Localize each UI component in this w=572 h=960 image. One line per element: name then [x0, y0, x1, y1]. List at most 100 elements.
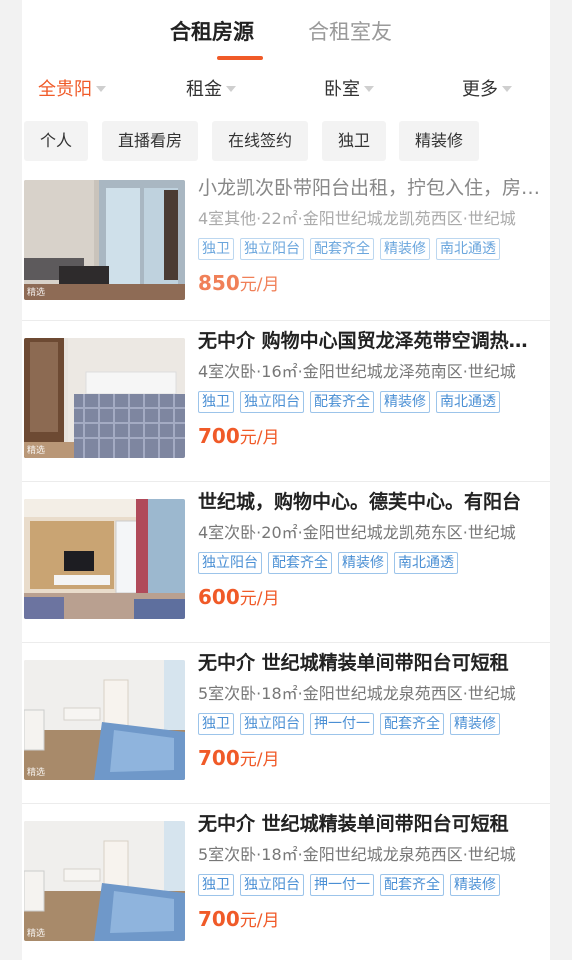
listing-info: 世纪城，购物中心。德芙中心。有阳台 4室次卧·20㎡·金阳世纪城龙凯苑东区·世纪…: [198, 488, 544, 610]
featured-badge: 精选: [27, 288, 46, 298]
listing-tags: 独卫 独立阳台 配套齐全 精装修 南北通透: [198, 391, 544, 413]
listing-tags: 独卫 独立阳台 押一付一 配套齐全 精装修: [198, 713, 544, 735]
listing-price: 850元/月: [198, 270, 544, 296]
listing-photo: 精选: [24, 338, 185, 458]
price-unit: 元/月: [239, 750, 280, 770]
listing-subtitle: 4室次卧·20㎡·金阳世纪城龙凯苑东区·世纪城: [198, 523, 516, 542]
chevron-down-icon: [226, 86, 236, 92]
listing-title: 无中介 购物中心国贸龙泽苑带空调热水器: [198, 330, 544, 352]
listing-title: 无中介 世纪城精装单间带阳台可短租: [198, 813, 509, 835]
listing-tag: 配套齐全: [380, 874, 444, 896]
price-unit: 元/月: [239, 911, 280, 931]
listing-price: 700元/月: [198, 423, 544, 449]
listing-tag: 押一付一: [310, 874, 374, 896]
listing-title: 无中介 世纪城精装单间带阳台可短租: [198, 652, 509, 674]
listing-tag: 独卫: [198, 238, 234, 260]
listing-tag: 押一付一: [310, 713, 374, 735]
listing-title: 世纪城，购物中心。德芙中心。有阳台: [198, 491, 522, 513]
filter-bar: 全贵阳 租金 卧室 更多: [22, 62, 550, 114]
listing-tag: 南北通透: [436, 391, 500, 413]
listing-tags: 独卫 独立阳台 押一付一 配套齐全 精装修: [198, 874, 544, 896]
quick-filter-chips: 个人 直播看房 在线签约 独卫 精装修: [22, 114, 550, 176]
filter-city-label: 全贵阳: [38, 79, 92, 100]
active-tab-indicator: [217, 56, 263, 60]
price-value: 600: [198, 585, 240, 609]
price-unit: 元/月: [239, 275, 280, 295]
listing-item[interactable]: 精选 无中介 购物中心国贸龙泽苑带空调热水器 4室次卧·16㎡·金阳世纪城龙泽苑…: [22, 321, 550, 482]
top-tab-bar: 合租房源 合租室友: [22, 0, 550, 62]
price-value: 700: [198, 746, 240, 770]
listing-info: 无中介 购物中心国贸龙泽苑带空调热水器 4室次卧·16㎡·金阳世纪城龙泽苑南区·…: [198, 327, 544, 449]
featured-badge: 精选: [27, 446, 46, 456]
listing-item[interactable]: 精选 无中介 世纪城精装单间带阳台可短租 5室次卧·18㎡·金阳世纪城龙泉苑西区…: [22, 643, 550, 804]
listing-list: 精选 小龙凯次卧带阳台出租，拧包入住，房东直租 4室其他·22㎡·金阳世纪城龙凯…: [22, 176, 550, 960]
listing-tag: 南北通透: [436, 238, 500, 260]
right-margin-strip: [550, 0, 572, 960]
listing-tag: 精装修: [380, 238, 430, 260]
featured-badge: 精选: [27, 929, 46, 939]
filter-more[interactable]: 更多: [462, 75, 512, 101]
listing-info: 小龙凯次卧带阳台出租，拧包入住，房东直租 4室其他·22㎡·金阳世纪城龙凯苑西区…: [198, 174, 544, 296]
filter-more-label: 更多: [462, 79, 498, 100]
tab-shared-roommates[interactable]: 合租室友: [308, 16, 392, 46]
chevron-down-icon: [502, 86, 512, 92]
price-value: 850: [198, 271, 240, 295]
listing-photo: 精选: [24, 821, 185, 941]
listing-info: 无中介 世纪城精装单间带阳台可短租 5室次卧·18㎡·金阳世纪城龙泉苑西区·世纪…: [198, 649, 544, 771]
listing-subtitle: 4室次卧·16㎡·金阳世纪城龙泽苑南区·世纪城: [198, 362, 516, 381]
listing-item[interactable]: 世纪城，购物中心。德芙中心。有阳台 4室次卧·20㎡·金阳世纪城龙凯苑东区·世纪…: [22, 482, 550, 643]
listing-tag: 南北通透: [394, 552, 458, 574]
price-unit: 元/月: [239, 589, 280, 609]
listing-tags: 独立阳台 配套齐全 精装修 南北通透: [198, 552, 544, 574]
listing-subtitle: 4室其他·22㎡·金阳世纪城龙凯苑西区·世纪城: [198, 209, 516, 228]
filter-rent-label: 租金: [186, 79, 222, 100]
chevron-down-icon: [364, 86, 374, 92]
chip-fine-decoration[interactable]: 精装修: [399, 121, 479, 161]
listing-price: 600元/月: [198, 584, 544, 610]
listing-tag: 精装修: [450, 713, 500, 735]
price-value: 700: [198, 424, 240, 448]
chip-online-signing[interactable]: 在线签约: [212, 121, 308, 161]
listing-tag: 配套齐全: [310, 238, 374, 260]
listing-tag: 配套齐全: [310, 391, 374, 413]
listing-info: 无中介 世纪城精装单间带阳台可短租 5室次卧·18㎡·金阳世纪城龙泉苑西区·世纪…: [198, 810, 544, 932]
listing-photo: 精选: [24, 660, 185, 780]
listing-item[interactable]: 精选 无中介 世纪城精装单间带阳台可短租 5室次卧·18㎡·金阳世纪城龙泉苑西区…: [22, 804, 550, 960]
listing-subtitle: 5室次卧·18㎡·金阳世纪城龙泉苑西区·世纪城: [198, 684, 516, 703]
chevron-down-icon: [96, 86, 106, 92]
listing-tag: 精装修: [338, 552, 388, 574]
listing-tag: 配套齐全: [380, 713, 444, 735]
rental-listing-page: 合租房源 合租室友 全贵阳 租金 卧室 更多 个人 直播看房 在线签约 独卫 精…: [22, 0, 550, 960]
featured-badge: 精选: [27, 768, 46, 778]
listing-tag: 独立阳台: [240, 874, 304, 896]
listing-tag: 独卫: [198, 874, 234, 896]
listing-tag: 独卫: [198, 391, 234, 413]
price-unit: 元/月: [239, 428, 280, 448]
listing-title: 小龙凯次卧带阳台出租，拧包入住，房东直租: [198, 177, 544, 199]
filter-city[interactable]: 全贵阳: [38, 75, 106, 101]
chip-personal[interactable]: 个人: [24, 121, 88, 161]
filter-bedroom[interactable]: 卧室: [324, 75, 374, 101]
listing-tag: 独立阳台: [198, 552, 262, 574]
listing-photo: [24, 499, 185, 619]
listing-tag: 独立阳台: [240, 713, 304, 735]
listing-tag: 配套齐全: [268, 552, 332, 574]
listing-photo: 精选: [24, 180, 185, 300]
left-margin-strip: [0, 0, 22, 960]
listing-tag: 独立阳台: [240, 238, 304, 260]
listing-tag: 精装修: [450, 874, 500, 896]
listing-item[interactable]: 精选 小龙凯次卧带阳台出租，拧包入住，房东直租 4室其他·22㎡·金阳世纪城龙凯…: [22, 176, 550, 321]
listing-tag: 独卫: [198, 713, 234, 735]
filter-rent[interactable]: 租金: [186, 75, 236, 101]
filter-bedroom-label: 卧室: [324, 79, 360, 100]
chip-live-viewing[interactable]: 直播看房: [102, 121, 198, 161]
listing-price: 700元/月: [198, 745, 544, 771]
tab-shared-listings[interactable]: 合租房源: [170, 16, 254, 46]
listing-tag: 精装修: [380, 391, 430, 413]
listing-subtitle: 5室次卧·18㎡·金阳世纪城龙泉苑西区·世纪城: [198, 845, 516, 864]
price-value: 700: [198, 907, 240, 931]
listing-price: 700元/月: [198, 906, 544, 932]
chip-private-bathroom[interactable]: 独卫: [322, 121, 386, 161]
listing-tags: 独卫 独立阳台 配套齐全 精装修 南北通透: [198, 238, 544, 260]
listing-tag: 独立阳台: [240, 391, 304, 413]
